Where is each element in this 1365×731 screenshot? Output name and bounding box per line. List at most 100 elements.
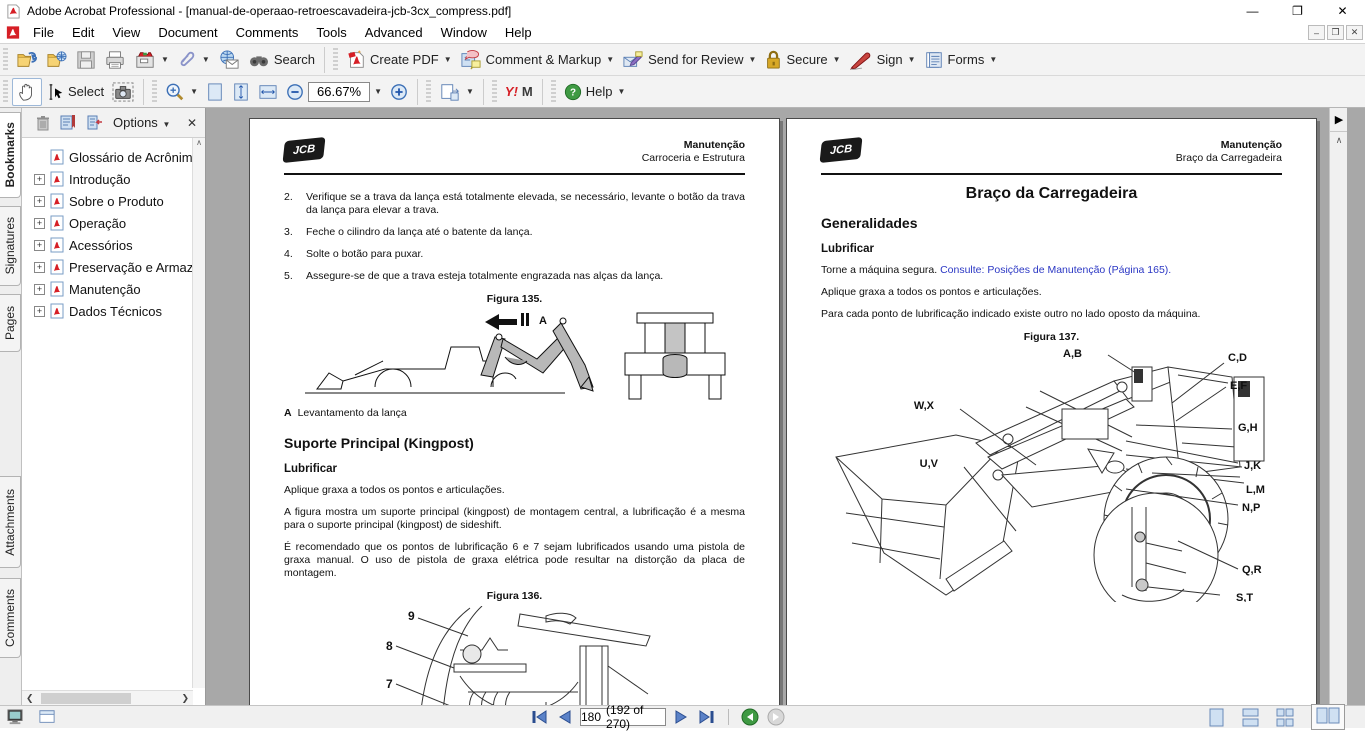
menu-file[interactable]: File	[24, 22, 63, 43]
hand-tool-button[interactable]	[12, 78, 42, 106]
page-display-button[interactable]: ▼	[435, 79, 478, 105]
scroll-left-icon[interactable]: ❮	[22, 693, 38, 704]
facing-layout-button[interactable]	[1311, 704, 1345, 730]
reading-mode-icon[interactable]	[6, 709, 24, 725]
previous-page-icon[interactable]	[556, 709, 572, 725]
bookmark-item[interactable]: + Introdução	[34, 168, 205, 190]
fit-page-button[interactable]	[202, 79, 228, 105]
next-page-icon[interactable]	[674, 709, 690, 725]
bookmark-item[interactable]: + Acessórios	[34, 234, 205, 256]
expand-plus-icon[interactable]: +	[34, 218, 45, 229]
single-page-layout-icon[interactable]	[1208, 708, 1225, 727]
menu-comments[interactable]: Comments	[227, 22, 308, 43]
page-number-field[interactable]: 180 (192 of 270)	[580, 708, 666, 726]
sign-button[interactable]: Sign ▼	[845, 47, 920, 73]
send-for-review-button[interactable]: Send for Review ▼	[618, 47, 760, 73]
maintenance-positions-link[interactable]: Consulte: Posições de Manutenção (Página…	[940, 264, 1171, 276]
zoom-in-button[interactable]	[386, 80, 412, 104]
expand-bookmark-icon[interactable]	[60, 115, 77, 130]
menu-tools[interactable]: Tools	[307, 22, 355, 43]
toolbar-grip[interactable]	[426, 80, 431, 104]
continuous-facing-layout-icon[interactable]	[1276, 708, 1295, 727]
document-vertical-scrollbar[interactable]: ▶ ∧	[1329, 108, 1347, 705]
panel-expand-arrow-icon[interactable]: ▶	[1330, 108, 1347, 132]
tab-attachments[interactable]: Attachments	[0, 476, 21, 568]
scroll-up-icon[interactable]: ∧	[1330, 132, 1347, 149]
expand-plus-icon[interactable]: +	[34, 262, 45, 273]
zoom-tool-button[interactable]: ▼	[161, 79, 202, 105]
mdi-restore-button[interactable]: ❐	[1327, 25, 1344, 40]
toolbar-grip[interactable]	[551, 80, 556, 104]
menu-edit[interactable]: Edit	[63, 22, 103, 43]
mdi-close-button[interactable]: ✕	[1346, 25, 1363, 40]
pdf-bookmark-icon	[50, 237, 64, 253]
new-bookmark-icon[interactable]	[87, 115, 103, 130]
tab-signatures[interactable]: Signatures	[0, 206, 21, 286]
expand-plus-icon[interactable]: +	[34, 240, 45, 251]
save-button[interactable]	[72, 47, 100, 73]
restore-button[interactable]: ❐	[1275, 0, 1320, 22]
menu-view[interactable]: View	[103, 22, 149, 43]
expand-plus-icon[interactable]: +	[34, 284, 45, 295]
zoom-out-button[interactable]	[282, 80, 308, 104]
snapshot-button[interactable]	[108, 79, 138, 105]
help-button[interactable]: ? Help ▼	[560, 80, 630, 104]
open-button[interactable]	[12, 47, 42, 73]
fit-width-button[interactable]	[254, 80, 282, 104]
expand-plus-icon[interactable]: +	[34, 174, 45, 185]
search-button[interactable]: Search	[244, 48, 319, 72]
options-menu[interactable]: Options ▼	[113, 115, 170, 130]
select-tool-button[interactable]: Select	[42, 80, 108, 104]
organizer-button[interactable]: ▼	[130, 47, 173, 73]
comment-markup-button[interactable]: Comment & Markup ▼	[456, 47, 619, 73]
first-page-icon[interactable]	[530, 709, 548, 725]
open-web-button[interactable]	[42, 47, 72, 73]
minimize-button[interactable]: —	[1230, 0, 1275, 22]
yim-button[interactable]: Y!M	[501, 81, 537, 102]
menu-advanced[interactable]: Advanced	[356, 22, 432, 43]
toolbar-grip[interactable]	[333, 48, 338, 72]
print-button[interactable]	[100, 47, 130, 73]
expand-plus-icon[interactable]: +	[34, 306, 45, 317]
panel-horizontal-scrollbar[interactable]: ❮ ❯	[22, 690, 193, 705]
bookmark-item[interactable]: + Manutenção	[34, 278, 205, 300]
bookmark-item[interactable]: Glossário de Acrônim	[34, 146, 205, 168]
bookmark-item[interactable]: + Operação	[34, 212, 205, 234]
last-page-icon[interactable]	[698, 709, 716, 725]
attach-button[interactable]: ▼	[173, 47, 214, 73]
close-button[interactable]: ✕	[1320, 0, 1365, 22]
panel-close-icon[interactable]: ✕	[187, 116, 197, 130]
bookmark-item[interactable]: + Dados Técnicos	[34, 300, 205, 322]
continuous-layout-icon[interactable]	[1241, 708, 1260, 727]
next-view-icon[interactable]	[767, 708, 785, 726]
forms-button[interactable]: Forms ▼	[920, 47, 1002, 73]
scroll-right-icon[interactable]: ❯	[177, 693, 193, 704]
tab-bookmarks[interactable]: Bookmarks	[0, 112, 21, 198]
expand-plus-icon[interactable]: +	[34, 196, 45, 207]
toolbar-grip[interactable]	[492, 80, 497, 104]
scrollbar-thumb[interactable]	[41, 693, 131, 704]
toolbar-grip[interactable]	[3, 80, 8, 104]
bookmark-item[interactable]: + Preservação e Armaz	[34, 256, 205, 278]
tab-comments[interactable]: Comments	[0, 578, 21, 658]
tab-pages[interactable]: Pages	[0, 294, 21, 352]
menu-help[interactable]: Help	[496, 22, 541, 43]
create-pdf-label: Create PDF	[370, 52, 439, 67]
menu-document[interactable]: Document	[149, 22, 226, 43]
panel-vertical-scrollbar[interactable]: ∧	[192, 138, 205, 688]
fit-height-button[interactable]	[228, 79, 254, 105]
menu-window[interactable]: Window	[432, 22, 496, 43]
window-layout-icon[interactable]	[38, 709, 56, 725]
previous-view-icon[interactable]	[741, 708, 759, 726]
trash-icon[interactable]	[36, 115, 50, 131]
mdi-minimize-button[interactable]: –	[1308, 25, 1325, 40]
toolbar-grip[interactable]	[152, 80, 157, 104]
email-button[interactable]	[214, 47, 244, 73]
zoom-level-field[interactable]: 66.67%	[308, 82, 370, 102]
toolbar-grip[interactable]	[3, 48, 8, 72]
zoom-dropdown-arrow-icon[interactable]: ▼	[374, 87, 382, 96]
create-pdf-button[interactable]: Create PDF ▼	[342, 47, 456, 73]
secure-button[interactable]: Secure ▼	[760, 47, 844, 73]
bookmark-item[interactable]: + Sobre o Produto	[34, 190, 205, 212]
document-area[interactable]: JCB Manutenção Carroceria e Estrutura 2.…	[207, 108, 1347, 705]
